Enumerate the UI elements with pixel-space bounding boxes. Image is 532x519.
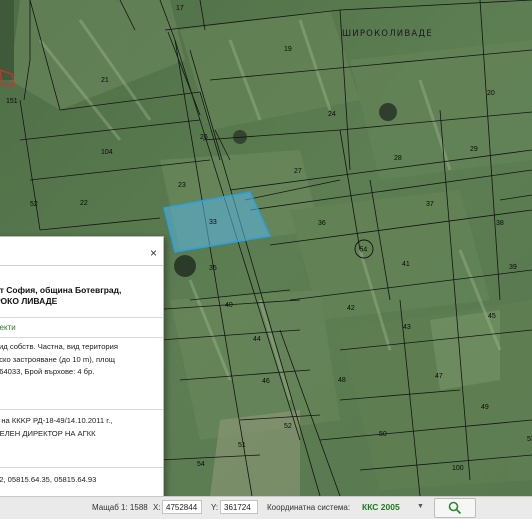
- plot-number: 36: [318, 220, 326, 227]
- plot-number: 45: [488, 313, 496, 320]
- popup-divider: [0, 337, 163, 338]
- chevron-down-icon[interactable]: ▼: [417, 503, 424, 510]
- neighbour-parcels: 32, 05815.64.35, 05815.64.93: [0, 475, 97, 484]
- plot-number: 100: [452, 465, 464, 472]
- place-label: ШИРОКОЛИВАДЕ: [342, 29, 433, 39]
- plot-number: 20: [487, 90, 495, 97]
- plot-number: 52: [30, 201, 38, 208]
- approval-order: е на ККKР РД-18-49/14.10.2011 г., ТЕЛЕН …: [0, 415, 112, 440]
- plot-number: 46: [262, 378, 270, 385]
- order-line: е на ККKР РД-18-49/14.10.2011 г.,: [0, 416, 113, 425]
- plot-number: 35: [209, 265, 217, 272]
- popup-title: ст София, община Ботевград, РОКО ЛИВАДЕ: [0, 285, 121, 307]
- plot-number: 23: [178, 182, 186, 189]
- plot-number: 48: [338, 377, 346, 384]
- parcel-description: вид собств. Частна, вид територия иско з…: [0, 341, 118, 379]
- popup-divider: [0, 467, 163, 468]
- plot-number: 52: [284, 423, 292, 430]
- plot-number: 54: [197, 461, 205, 468]
- circled-label: 54: [360, 247, 368, 254]
- magnifier-icon: [448, 501, 462, 515]
- plot-number: 26: [200, 134, 208, 141]
- y-coordinate-field[interactable]: 361724: [220, 500, 258, 514]
- status-bar: Мащаб 1: 1588 X: 4752844 Y: 361724 Коорд…: [0, 496, 532, 519]
- description-line: 064033, Брой върхове: 4 бр.: [0, 367, 95, 376]
- plot-number: 51: [238, 442, 246, 449]
- coordinate-system-select[interactable]: ККС 2005: [362, 502, 400, 512]
- plot-number: 37: [426, 201, 434, 208]
- objects-link[interactable]: бекти: [0, 323, 16, 332]
- plot-number: 40: [225, 302, 233, 309]
- plot-number: 44: [253, 336, 261, 343]
- plot-number: 27: [294, 168, 302, 175]
- plot-number: 50: [379, 431, 387, 438]
- popup-header-divider: [0, 265, 163, 266]
- plot-number: 28: [394, 155, 402, 162]
- plot-number: 33: [209, 219, 217, 226]
- plot-number: 39: [509, 264, 517, 271]
- plot-number: 53: [527, 436, 532, 443]
- plot-number: 22: [80, 200, 88, 207]
- plot-number: 47: [435, 373, 443, 380]
- plot-number: 38: [496, 220, 504, 227]
- popup-title-line: ст София, община Ботевград,: [0, 285, 122, 295]
- description-line: вид собств. Частна, вид територия: [0, 342, 119, 351]
- parcel-info-popup: × ст София, община Ботевград, РОКО ЛИВАД…: [0, 236, 164, 498]
- plot-number: 41: [402, 261, 410, 268]
- popup-divider: [0, 317, 163, 318]
- popup-title-line: РОКО ЛИВАДЕ: [0, 296, 58, 306]
- y-label: Y:: [211, 503, 219, 512]
- order-line: ТЕЛЕН ДИРЕКТОР НА АГКК: [0, 428, 96, 438]
- plot-number: 19: [284, 46, 292, 53]
- plot-number: 24: [328, 111, 336, 118]
- plot-number: 104: [101, 149, 113, 156]
- search-button[interactable]: [434, 498, 476, 518]
- plot-number: 29: [470, 146, 478, 153]
- plot-number: 42: [347, 305, 355, 312]
- coordinate-system-label: Координатна система:: [267, 503, 351, 512]
- x-label: X:: [153, 503, 161, 512]
- close-icon[interactable]: ×: [150, 247, 157, 259]
- popup-divider: [0, 409, 163, 410]
- description-line: иско застрояване (до 10 m), площ: [0, 354, 116, 364]
- plot-number: 17: [176, 5, 184, 12]
- plot-number: 43: [403, 324, 411, 331]
- plot-number: 151: [6, 98, 18, 105]
- scale-label: Мащаб 1: 1588: [92, 503, 148, 512]
- x-coordinate-field[interactable]: 4752844: [162, 500, 202, 514]
- plot-number: 21: [101, 77, 109, 84]
- plot-number: 49: [481, 404, 489, 411]
